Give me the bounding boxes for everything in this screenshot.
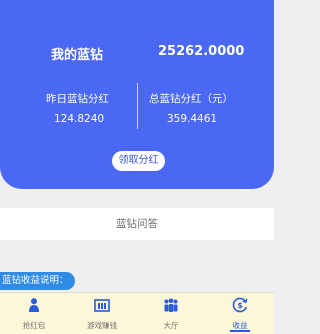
svg-text:$: $ bbox=[237, 301, 243, 310]
total-dividend-label: 总蓝钻分红（元） bbox=[149, 93, 233, 105]
tab-earnings[interactable]: $ 收益 bbox=[206, 293, 274, 334]
tab-game-earn[interactable]: 游戏赚钱 bbox=[68, 293, 136, 334]
claim-dividend-button[interactable]: 领取分红 bbox=[112, 151, 165, 171]
diamond-balance: 25262.0000 bbox=[158, 44, 245, 59]
stats-divider bbox=[137, 83, 138, 129]
bottom-tab-bar: 抢红包 游戏赚钱 大厅 $ 收益 bbox=[0, 292, 274, 334]
my-diamond-title: 我的蓝钻 bbox=[51, 48, 104, 63]
tab-lobby[interactable]: 大厅 bbox=[137, 293, 205, 334]
diamond-faq-row[interactable]: 蓝钻问答 bbox=[0, 208, 274, 240]
yesterday-dividend-label: 昨日蓝钻分红 bbox=[46, 93, 109, 105]
tab-grab-red-packet[interactable]: 抢红包 bbox=[0, 293, 68, 334]
yesterday-dividend-value: 124.8240 bbox=[54, 113, 105, 125]
person-icon bbox=[29, 298, 39, 312]
diamond-summary-card: 我的蓝钻 25262.0000 昨日蓝钻分红 124.8240 总蓝钻分红（元）… bbox=[0, 0, 274, 189]
total-dividend-value: 359.4461 bbox=[167, 113, 218, 125]
earnings-icon: $ bbox=[232, 297, 248, 313]
game-icon bbox=[94, 299, 110, 312]
tab-label: 抢红包 bbox=[22, 321, 46, 330]
tab-label: 游戏赚钱 bbox=[87, 321, 117, 330]
group-icon bbox=[164, 298, 178, 312]
tab-label: 收益 bbox=[232, 321, 248, 330]
earnings-info-pill: 蓝钻收益说明： bbox=[0, 272, 75, 290]
tab-label: 大厅 bbox=[163, 321, 179, 330]
